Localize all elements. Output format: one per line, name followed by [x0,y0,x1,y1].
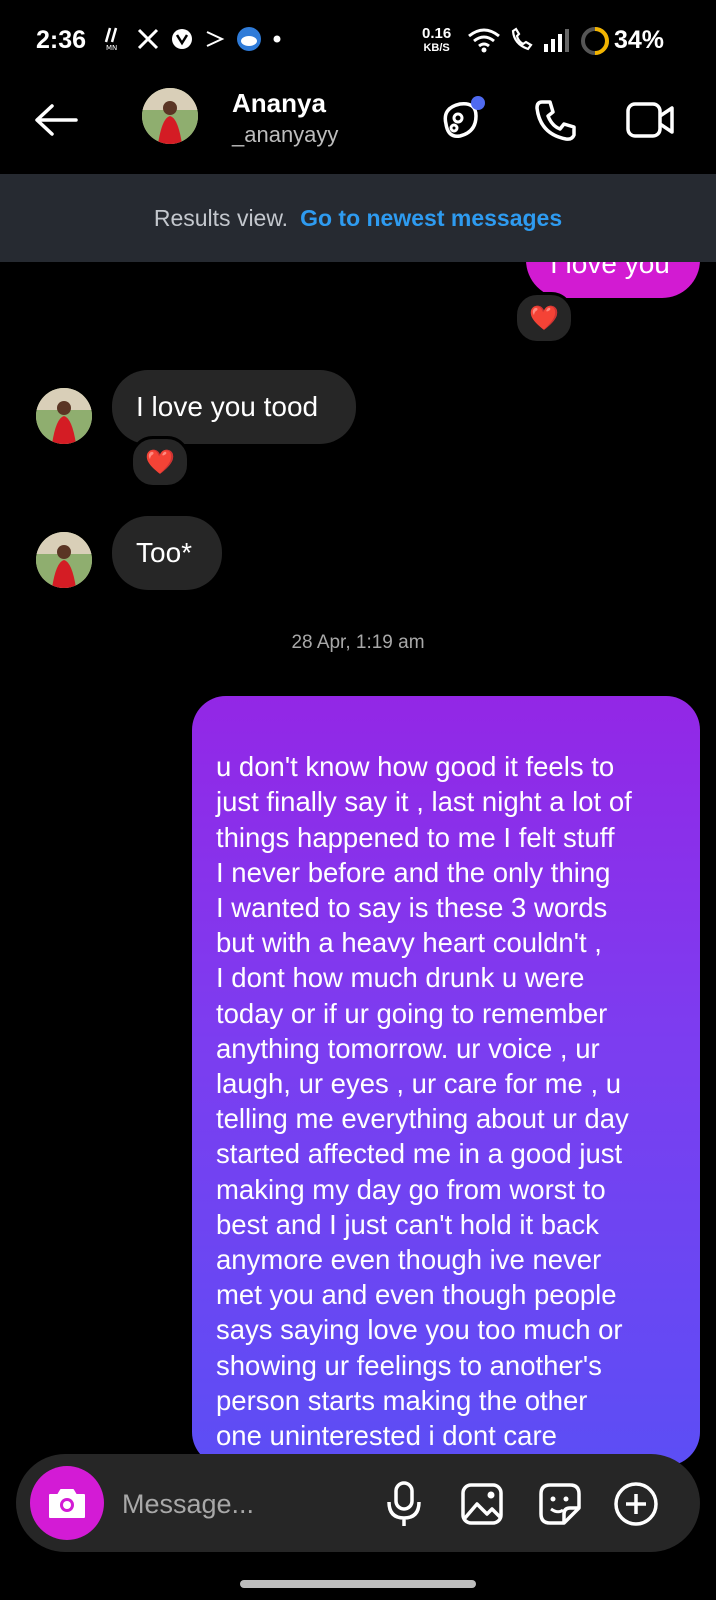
profile-photo-icon [36,532,92,588]
camera-button[interactable] [30,1466,104,1540]
network-speed: 0.16 KB/S [422,25,452,55]
effects-icon[interactable] [436,94,488,146]
profile-photo-icon [142,88,198,144]
contact-handle[interactable]: _ananyayy [232,122,338,148]
home-indicator[interactable] [240,1580,476,1588]
phone-icon[interactable] [532,96,580,144]
avatar[interactable] [142,88,198,144]
chat-header [0,82,716,174]
battery-percent: 34% [614,26,665,54]
reaction-badge[interactable]: ❤️ [130,436,190,488]
status-time: 2:36 [36,26,87,54]
sent-message-text: u don't know how good it feels to just f… [216,751,632,1466]
gallery-icon[interactable] [460,1482,504,1526]
avatar[interactable] [36,388,92,444]
sent-message-bubble[interactable]: u don't know how good it feels to just f… [192,696,700,1466]
svg-text:MN: MN [106,44,117,52]
heart-reaction-icon: ❤️ [145,448,175,476]
weather-icon [237,27,261,51]
wifi-icon [468,28,500,53]
battery-icon [581,27,610,55]
network-speed-unit: KB/S [423,42,450,54]
microphone-icon[interactable] [384,1480,424,1528]
signal-icon [544,29,569,52]
more-notifications-dot-icon [273,35,281,43]
contact-name[interactable]: Ananya [232,88,326,119]
reaction-badge[interactable]: ❤️ [514,292,574,344]
profile-photo-icon [36,388,92,444]
add-more-icon[interactable] [612,1480,660,1528]
heart-reaction-icon: ❤️ [529,304,559,332]
go-to-newest-link[interactable]: Go to newest messages [300,205,562,232]
browser-app-icon [172,29,192,49]
received-message-bubble[interactable]: I love you tood [112,370,356,444]
message-input[interactable] [120,1480,374,1528]
video-camera-icon[interactable] [624,96,678,144]
back-arrow-icon[interactable] [32,102,80,138]
results-view-label: Results view. [153,204,289,231]
status-bar: 2:36 MN 0.16 KB/S 34% [0,0,716,82]
received-message-text: Too* [136,537,193,568]
message-timestamp: 28 Apr, 1:19 am [291,632,425,653]
x-app-icon [137,28,159,50]
received-message-bubble[interactable]: Too* [112,516,222,590]
sticker-icon[interactable] [538,1482,582,1526]
avatar[interactable] [36,532,92,588]
sync-app-icon [206,31,225,47]
network-speed-value: 0.16 [422,25,452,42]
results-view-banner-overlay: Results view. Go to newest messages [0,174,716,262]
notification-icons: MN [104,26,282,52]
camera-icon [49,1489,85,1518]
message-composer [16,1454,700,1552]
received-message-text: I love you tood [136,391,319,422]
wifi-calling-icon [511,27,533,51]
data-saver-icon: MN [104,27,117,52]
